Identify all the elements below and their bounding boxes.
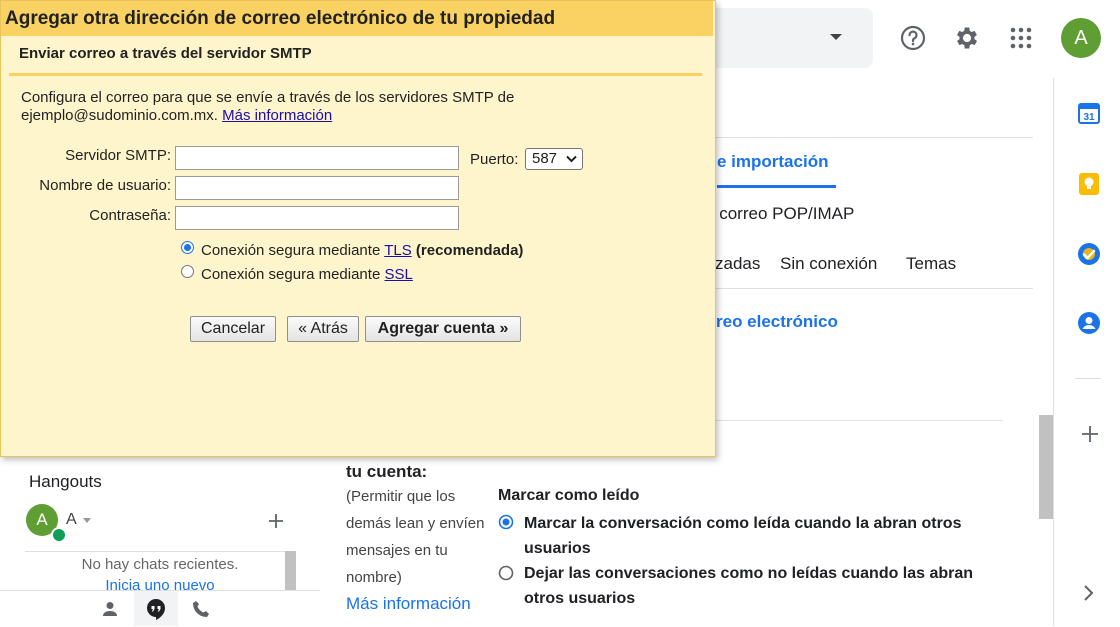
leave-unread-option-label: Dejar las conversaciones como no leídas … [524, 565, 974, 607]
port-select[interactable]: 587 [525, 148, 583, 170]
help-circle-icon[interactable] [893, 18, 933, 58]
divider [716, 420, 1003, 421]
no-chats-text: No hay chats recientes. [81, 556, 239, 573]
side-panel [1053, 78, 1120, 626]
hangouts-user-name[interactable]: A [66, 511, 77, 529]
chevron-right-icon[interactable] [1082, 584, 1096, 607]
contacts-person-icon[interactable] [100, 599, 120, 624]
recent-chats-list: No hay chats recientes. Inicia uno nuevo [25, 551, 295, 592]
apps-grid-icon[interactable] [1001, 18, 1041, 58]
port-value: 587 [532, 150, 558, 167]
online-status-dot [51, 527, 67, 543]
hangouts-chat-icon[interactable] [145, 598, 167, 625]
calendar-icon[interactable]: 31 [1077, 101, 1101, 130]
tab-active-indicator [717, 185, 836, 188]
add-account-button[interactable]: Agregar cuenta » [365, 316, 521, 342]
tls-link[interactable]: TLS [384, 242, 412, 259]
add-addon-icon[interactable] [1080, 424, 1100, 449]
smtp-server-input[interactable] [175, 146, 459, 170]
scrollbar[interactable] [1039, 415, 1053, 519]
phone-icon[interactable] [191, 599, 211, 624]
cancel-button[interactable]: Cancelar [190, 316, 276, 342]
tab-accounts-import[interactable]: e importación [717, 152, 828, 172]
dialog-description: Configura el correo para que se envíe a … [21, 89, 581, 125]
tasks-icon[interactable] [1077, 242, 1101, 271]
account-avatar[interactable]: A [1061, 18, 1101, 58]
dialog-title: Agregar otra dirección de correo electró… [1, 1, 713, 36]
add-email-dialog: Agregar otra dirección de correo electró… [0, 0, 716, 457]
dialog-divider [9, 73, 702, 76]
dialog-subtitle: Enviar correo a través del servidor SMTP [19, 45, 312, 62]
tab-forwarding-pop-imap[interactable]: y correo POP/IMAP [706, 204, 854, 224]
more-info-link[interactable]: Más información [346, 594, 471, 614]
gear-icon[interactable] [947, 18, 987, 58]
tab-themes[interactable]: Temas [906, 254, 956, 274]
username-input[interactable] [175, 176, 459, 200]
ssl-radio[interactable] [181, 265, 194, 278]
ssl-link[interactable]: SSL [384, 266, 412, 283]
grant-access-title: tu cuenta: [346, 462, 428, 481]
chevron-down-icon [566, 155, 577, 163]
more-info-link[interactable]: Más información [222, 107, 332, 124]
username-label: Nombre de usuario: [39, 177, 171, 194]
tab-advanced[interactable]: zadas [715, 254, 760, 274]
port-label: Puerto: [470, 151, 519, 168]
mark-read-radio[interactable] [498, 514, 514, 535]
contacts-icon[interactable] [1077, 311, 1101, 340]
mark-read-option-label: Marcar la conversación como leída cuando… [524, 515, 962, 557]
status-dropdown-icon[interactable] [83, 518, 91, 523]
password-input[interactable] [175, 206, 459, 230]
divider [716, 288, 1033, 289]
chat-scrollbar[interactable] [285, 551, 296, 591]
new-conversation-icon[interactable] [267, 512, 285, 535]
mark-as-read-title: Marcar como leído [498, 487, 640, 504]
password-label: Contraseña: [89, 207, 171, 224]
keep-icon[interactable] [1077, 172, 1101, 201]
ssl-option-label: Conexión segura mediante SSL [201, 266, 413, 283]
tls-radio[interactable] [181, 241, 194, 254]
search-bar[interactable] [700, 8, 873, 68]
smtp-server-label: Servidor SMTP: [65, 147, 171, 164]
side-panel-divider [1075, 378, 1101, 379]
svg-text:31: 31 [1083, 112, 1095, 123]
divider [716, 137, 1033, 138]
add-email-link[interactable]: reo electrónico [716, 312, 838, 332]
tls-option-label: Conexión segura mediante TLS (recomendad… [201, 242, 524, 259]
hangouts-title: Hangouts [29, 472, 102, 491]
search-options-chevron-icon[interactable] [830, 34, 842, 40]
back-button[interactable]: « Atrás [287, 316, 359, 342]
leave-unread-radio[interactable] [498, 565, 514, 586]
grant-access-description: (Permitir que los demás lean y envíen me… [346, 488, 485, 586]
tab-offline[interactable]: Sin conexión [780, 254, 877, 274]
